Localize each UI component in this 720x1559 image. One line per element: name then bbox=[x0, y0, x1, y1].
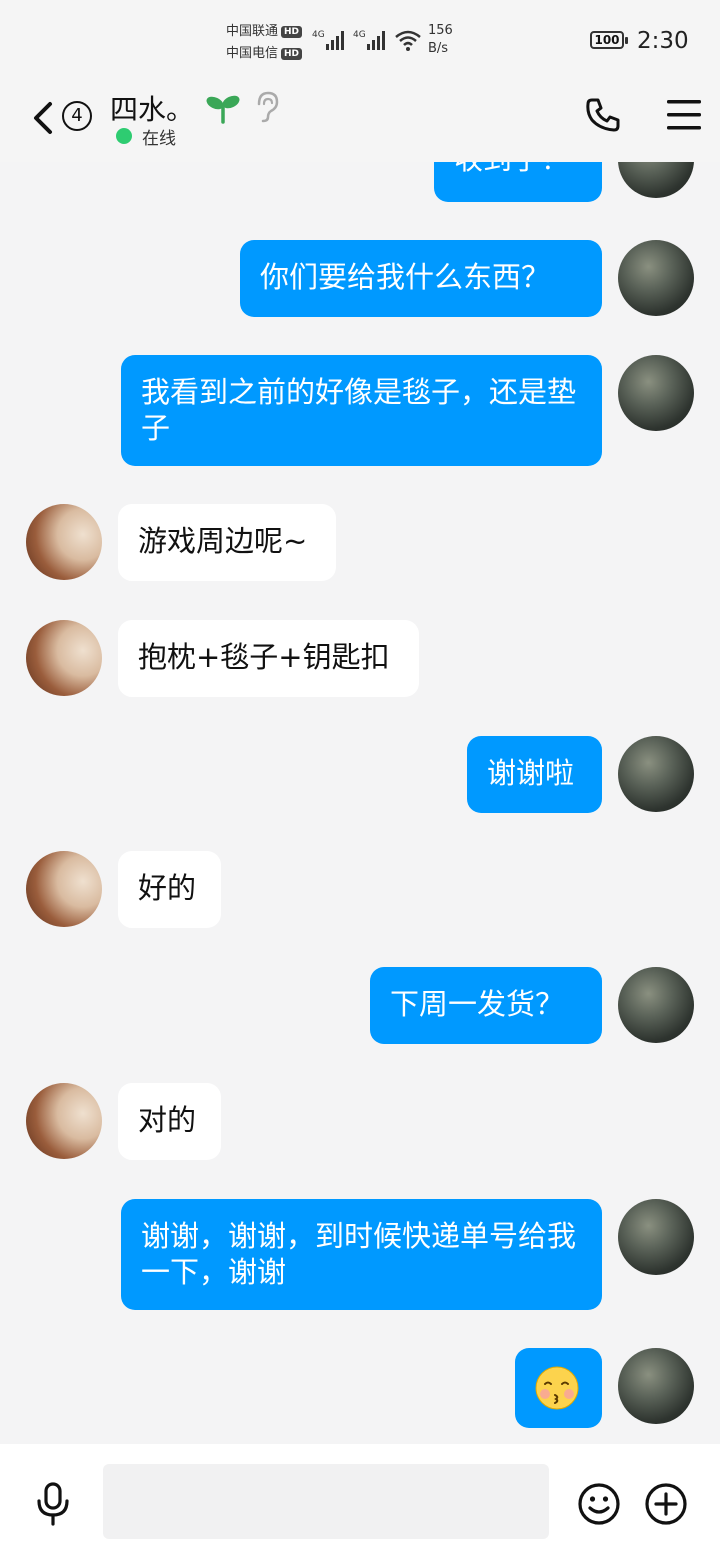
my-avatar[interactable] bbox=[618, 736, 694, 812]
kissing-face-emoji-icon bbox=[535, 1366, 579, 1410]
carrier-2-name: 中国电信 bbox=[226, 46, 279, 61]
hd-badge-1: HD bbox=[281, 25, 303, 38]
contact-avatar[interactable] bbox=[26, 851, 102, 927]
my-avatar[interactable] bbox=[618, 967, 694, 1043]
network-label-2: 4G bbox=[353, 30, 366, 40]
message-bubble[interactable]: 好的 bbox=[118, 851, 221, 928]
microphone-icon[interactable] bbox=[34, 1482, 72, 1526]
message-input[interactable] bbox=[103, 1464, 549, 1539]
contact-name[interactable]: 四水。 bbox=[110, 88, 194, 128]
clock: 2:30 bbox=[637, 28, 689, 54]
phone-icon[interactable] bbox=[584, 96, 622, 134]
signal-1-icon: 4G bbox=[312, 30, 344, 50]
carrier-2: 中国电信 HD bbox=[226, 42, 303, 61]
network-speed: 156 B/s bbox=[428, 22, 453, 58]
my-avatar[interactable] bbox=[618, 1348, 694, 1424]
menu-icon[interactable] bbox=[666, 98, 702, 132]
my-avatar[interactable] bbox=[618, 1199, 694, 1275]
message-bubble[interactable]: 我看到之前的好像是毯子，还是垫子 bbox=[121, 355, 602, 466]
carrier-1-name: 中国联通 bbox=[226, 24, 279, 39]
my-avatar[interactable] bbox=[618, 162, 694, 198]
input-bar bbox=[0, 1444, 720, 1559]
my-avatar[interactable] bbox=[618, 240, 694, 316]
wifi-icon bbox=[395, 30, 421, 51]
message-bubble[interactable]: 谢谢，谢谢，到时候快递单号给我一下，谢谢 bbox=[121, 1199, 602, 1310]
contact-avatar[interactable] bbox=[26, 620, 102, 696]
speed-value: 156 bbox=[428, 23, 453, 38]
message-bubble[interactable]: 下周一发货？ bbox=[370, 967, 602, 1044]
message-bubble[interactable]: 抱枕+毯子+钥匙扣 bbox=[118, 620, 419, 697]
ear-icon[interactable] bbox=[254, 90, 280, 124]
carrier-1: 中国联通 HD bbox=[226, 20, 303, 39]
sprout-icon[interactable] bbox=[206, 94, 240, 124]
chat-header: 4 四水。 在线 bbox=[0, 80, 720, 162]
message-bubble[interactable]: 游戏周边呢~ bbox=[118, 504, 336, 581]
message-bubble[interactable]: 对的 bbox=[118, 1083, 221, 1160]
online-status-text[interactable]: 在线 bbox=[142, 124, 176, 149]
contact-avatar[interactable] bbox=[26, 504, 102, 580]
plus-icon[interactable] bbox=[644, 1482, 688, 1526]
unread-count-badge[interactable]: 4 bbox=[62, 101, 92, 131]
hd-badge-2: HD bbox=[281, 47, 303, 60]
emoji-icon[interactable] bbox=[577, 1482, 621, 1526]
message-list[interactable]: 收到了？ 你们要给我什么东西？ 我看到之前的好像是毯子，还是垫子 游戏周边呢~ … bbox=[0, 162, 720, 1444]
signal-2-icon: 4G bbox=[353, 30, 385, 50]
contact-avatar[interactable] bbox=[26, 1083, 102, 1159]
message-bubble[interactable] bbox=[515, 1348, 602, 1428]
back-icon[interactable] bbox=[28, 98, 58, 138]
message-bubble[interactable]: 你们要给我什么东西？ bbox=[240, 240, 602, 317]
message-bubble[interactable]: 谢谢啦 bbox=[467, 736, 602, 813]
online-status-dot bbox=[116, 128, 132, 144]
battery-indicator: 100 bbox=[590, 31, 628, 49]
status-bar: 中国联通 HD 中国电信 HD 4G 4G 156 B/s 100 2:30 bbox=[0, 0, 720, 80]
my-avatar[interactable] bbox=[618, 355, 694, 431]
message-bubble[interactable]: 收到了？ bbox=[434, 162, 602, 202]
network-label-1: 4G bbox=[312, 30, 325, 40]
speed-unit: B/s bbox=[428, 41, 449, 56]
